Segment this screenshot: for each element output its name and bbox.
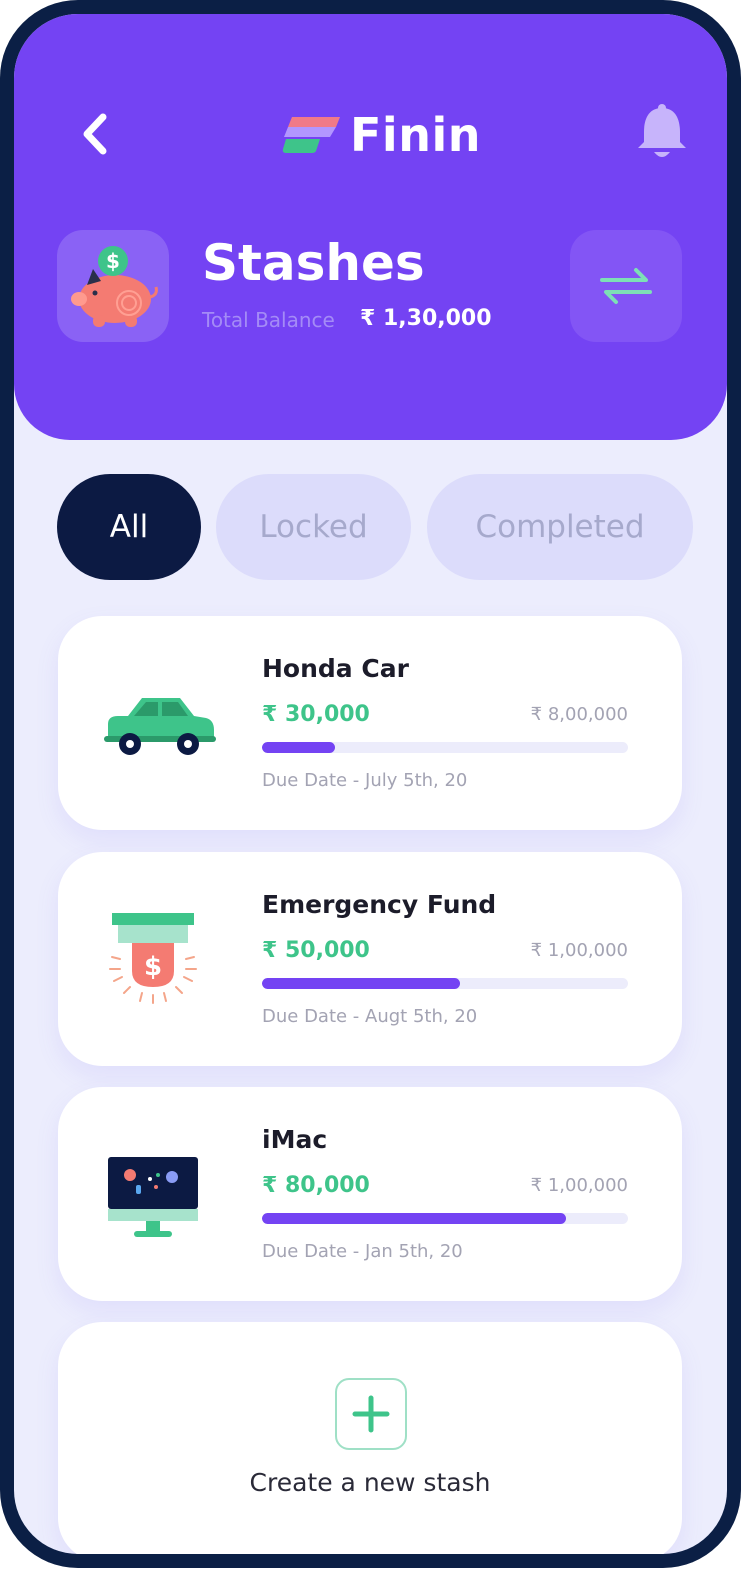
logo-mark-icon bbox=[282, 117, 340, 153]
create-stash-label[interactable]: Create a new stash bbox=[58, 1468, 682, 1497]
stash-target: ₹ 1,00,000 bbox=[530, 1175, 628, 1196]
stash-name: Emergency Fund bbox=[262, 890, 497, 919]
header: Finin $ Stashes Total Balance ₹ 1,30,000 bbox=[14, 14, 727, 440]
plus-icon bbox=[352, 1395, 390, 1433]
progress-bar bbox=[262, 1213, 628, 1224]
stash-due-date: Due Date - Jan 5th, 20 bbox=[262, 1241, 463, 1262]
create-stash-button[interactable] bbox=[335, 1378, 407, 1450]
app-screen: Finin $ Stashes Total Balance ₹ 1,30,000… bbox=[14, 14, 727, 1554]
balance-label: Total Balance bbox=[202, 308, 335, 332]
progress-fill bbox=[262, 1213, 566, 1224]
stash-card-honda-car[interactable]: Honda Car ₹ 30,000 ₹ 8,00,000 Due Date -… bbox=[58, 616, 682, 830]
app-name: Finin bbox=[350, 108, 481, 162]
piggy-bank-icon: $ bbox=[71, 246, 158, 327]
progress-bar bbox=[262, 978, 628, 989]
stash-saved: ₹ 30,000 bbox=[262, 702, 370, 727]
stash-target: ₹ 1,00,000 bbox=[530, 940, 628, 961]
progress-fill bbox=[262, 742, 336, 753]
imac-icon bbox=[108, 1157, 198, 1237]
page-title: Stashes bbox=[202, 234, 425, 292]
stash-card-emergency-fund[interactable]: $ Emergency Fund ₹ 50,000 ₹ 1,00,000 Due… bbox=[58, 852, 682, 1066]
stash-saved: ₹ 80,000 bbox=[262, 1173, 370, 1198]
progress-bar bbox=[262, 742, 628, 753]
bell-icon bbox=[638, 104, 686, 157]
svg-text:$: $ bbox=[144, 952, 162, 982]
app-logo: Finin bbox=[282, 108, 481, 162]
stash-name: Honda Car bbox=[262, 654, 409, 683]
stash-saved: ₹ 50,000 bbox=[262, 938, 370, 963]
svg-text:$: $ bbox=[106, 249, 120, 273]
emergency-fund-icon: $ bbox=[109, 913, 197, 1004]
swap-button[interactable] bbox=[570, 230, 682, 342]
car-icon bbox=[104, 698, 216, 755]
chevron-left-icon bbox=[83, 113, 107, 155]
piggy-bank-tile: $ bbox=[57, 230, 169, 342]
stash-card-imac[interactable]: iMac ₹ 80,000 ₹ 1,00,000 Due Date - Jan … bbox=[58, 1087, 682, 1301]
stash-target: ₹ 8,00,000 bbox=[530, 704, 628, 725]
create-stash-card[interactable]: Create a new stash bbox=[58, 1322, 682, 1554]
stash-due-date: Due Date - July 5th, 20 bbox=[262, 770, 468, 791]
filter-completed[interactable]: Completed bbox=[427, 474, 693, 580]
filter-all[interactable]: All bbox=[57, 474, 201, 580]
back-button[interactable] bbox=[70, 104, 118, 164]
stash-name: iMac bbox=[262, 1125, 328, 1154]
stash-due-date: Due Date - Augt 5th, 20 bbox=[262, 1006, 478, 1027]
balance-value: ₹ 1,30,000 bbox=[360, 306, 492, 331]
progress-fill bbox=[262, 978, 460, 989]
filter-locked[interactable]: Locked bbox=[216, 474, 411, 580]
notifications-button[interactable] bbox=[634, 102, 690, 162]
phone-frame: Finin $ Stashes Total Balance ₹ 1,30,000… bbox=[0, 0, 741, 1568]
swap-arrows-icon bbox=[600, 268, 652, 304]
